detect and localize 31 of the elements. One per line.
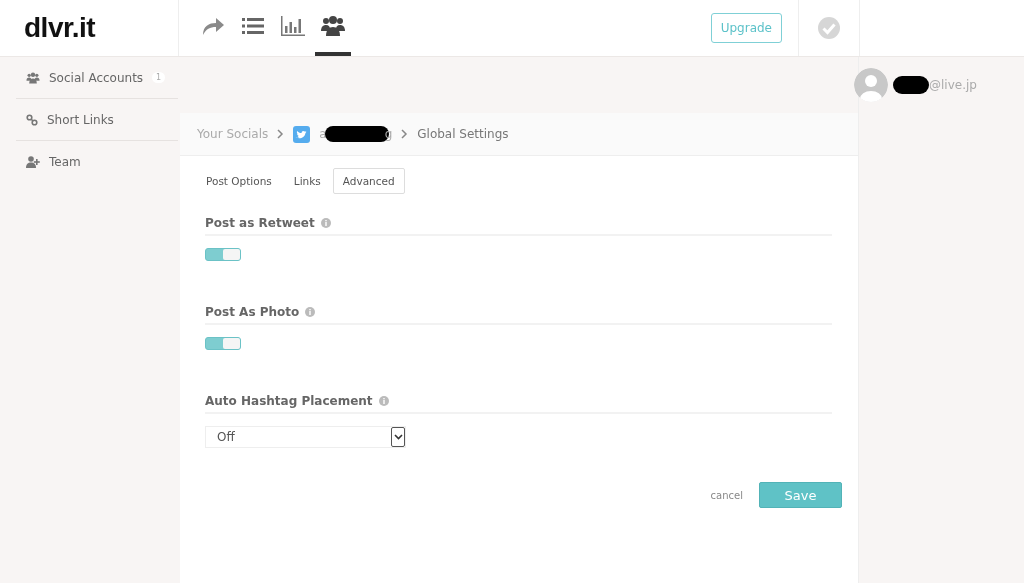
- info-icon[interactable]: [378, 396, 389, 406]
- dropdown[interactable]: Off: [205, 426, 406, 448]
- logo[interactable]: dlvr.it: [24, 12, 96, 44]
- link-icon: [26, 113, 38, 126]
- chevron-icon: [401, 129, 409, 139]
- info-icon[interactable]: [305, 307, 316, 317]
- bird-logo-icon: [293, 125, 311, 143]
- chevron-icon: [277, 129, 285, 139]
- tab[interactable]: Links: [283, 168, 331, 194]
- tab[interactable]: Advanced: [332, 168, 405, 194]
- add-user-icon: [26, 155, 40, 168]
- setting-label: Auto Hashtag Placement: [205, 394, 373, 408]
- account-name: g: [384, 127, 393, 141]
- toggle-switch[interactable]: [205, 337, 241, 350]
- setting-label: Post As Photo: [205, 305, 300, 319]
- setting-label: Post as Retweet: [205, 216, 315, 230]
- cancel-link[interactable]: cancel: [710, 489, 743, 501]
- avatar-icon[interactable]: [854, 68, 888, 102]
- breadcrumb-current: Global Settings: [417, 127, 509, 141]
- sidebar-item[interactable]: Social Accounts 1: [16, 57, 178, 99]
- chevron-down-icon: [393, 434, 403, 440]
- sidebar-item[interactable]: Short Links: [16, 99, 178, 141]
- count-badge: 1: [152, 72, 166, 83]
- check-circle-icon[interactable]: [817, 16, 841, 40]
- tab[interactable]: Post Options: [205, 168, 282, 194]
- users-icon: [26, 71, 40, 84]
- info-icon[interactable]: [320, 218, 331, 228]
- redaction-mark: [893, 76, 929, 94]
- toggle-switch[interactable]: [205, 248, 241, 261]
- account-name: a: [319, 127, 327, 141]
- sidebar-item[interactable]: Team: [16, 141, 178, 182]
